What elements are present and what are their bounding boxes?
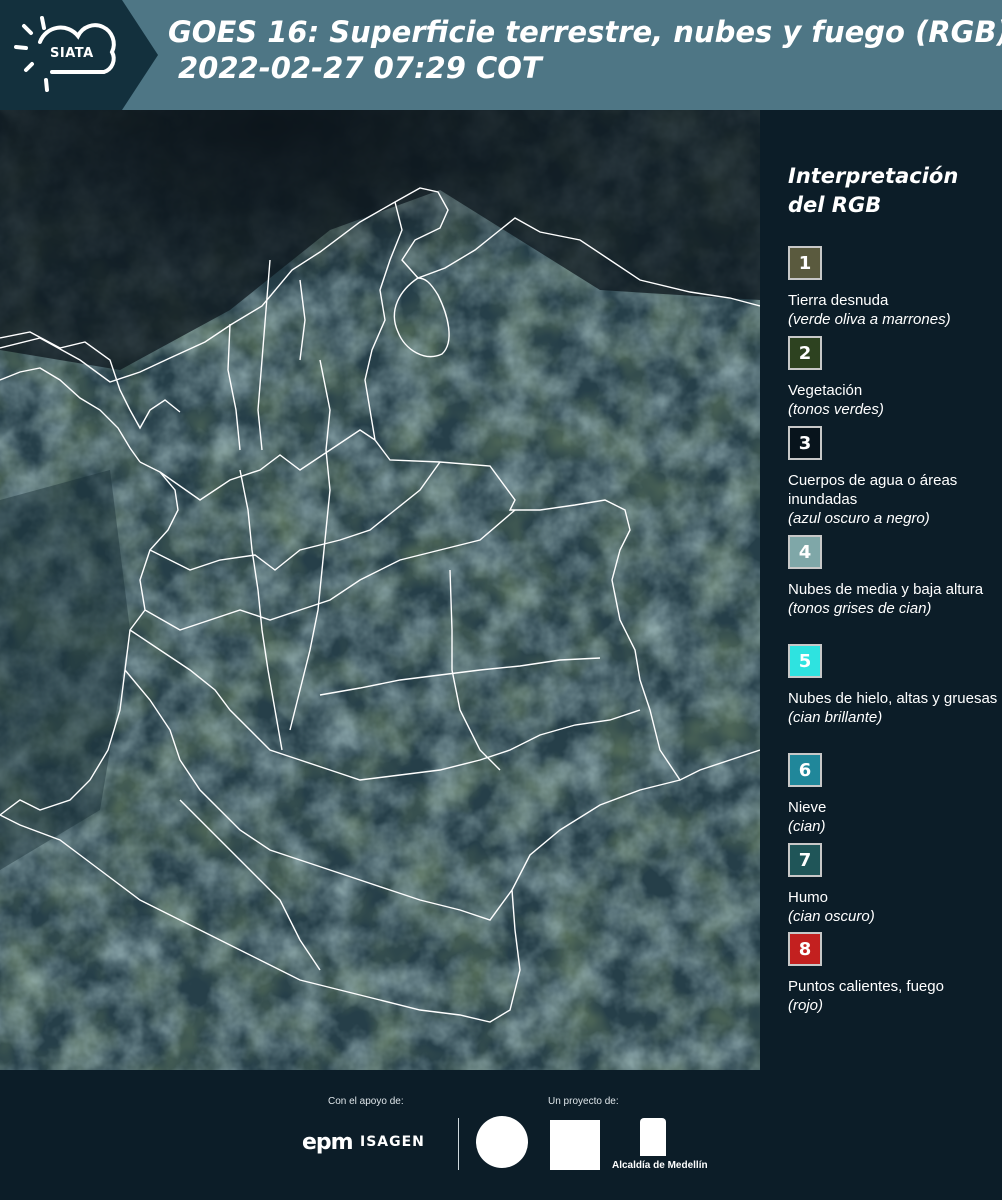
legend-note: (azul oscuro a negro) — [788, 510, 930, 527]
epm-logo: epm — [302, 1130, 354, 1155]
legend-note: (cian brillante) — [788, 709, 883, 726]
municipal-seal-logo — [476, 1116, 528, 1168]
legend-label: Nieve — [788, 799, 827, 816]
legend-item-3: 3 Cuerpos de agua o áreas inundadas (azu… — [788, 426, 998, 528]
support-caption: Con el apoyo de: — [328, 1096, 404, 1107]
page-title: GOES 16: Superficie terrestre, nubes y f… — [168, 14, 1002, 86]
legend-swatch: 6 — [788, 753, 822, 787]
legend-label: Puntos calientes, fuego — [788, 978, 944, 995]
legend-label: Vegetación — [788, 382, 863, 399]
legend-note: (cian oscuro) — [788, 908, 875, 925]
legend-note: (tonos grises de cian) — [788, 600, 932, 617]
title-line-2: 2022-02-27 07:29 COT — [178, 51, 542, 85]
legend-note: (tonos verdes) — [788, 401, 884, 418]
legend-label: Cuerpos de agua o áreas inundadas — [788, 472, 958, 508]
legend-label: Tierra desnuda — [788, 292, 889, 309]
legend-item-8: 8 Puntos calientes, fuego (rojo) — [788, 932, 998, 1015]
isagen-logo: ISAGEN — [360, 1134, 425, 1150]
siata-logo-text: SIATA — [50, 46, 94, 61]
project-caption: Un proyecto de: — [548, 1096, 619, 1107]
legend-label: Nubes de media y baja altura — [788, 581, 984, 598]
alcaldia-shield-logo — [640, 1118, 666, 1156]
legend-item-7: 7 Humo (cian oscuro) — [788, 843, 998, 926]
legend-title: Interpretación del RGB — [788, 164, 959, 217]
legend-swatch: 5 — [788, 644, 822, 678]
legend-panel: Interpretación del RGB 1 Tierra desnuda … — [760, 110, 1002, 1070]
title-line-1: GOES 16: Superficie terrestre, nubes y f… — [168, 15, 1002, 49]
footer-divider — [458, 1118, 459, 1170]
legend-item-4: 4 Nubes de media y baja altura (tonos gr… — [788, 535, 998, 618]
legend-swatch: 1 — [788, 246, 822, 280]
legend-item-2: 2 Vegetación (tonos verdes) — [788, 336, 998, 419]
footer: Con el apoyo de: Un proyecto de: epm ISA… — [0, 1070, 1002, 1200]
satellite-map — [0, 110, 760, 1070]
legend-note: (verde oliva a marrones) — [788, 311, 951, 328]
legend-note: (cian) — [788, 818, 826, 835]
legend-swatch: 8 — [788, 932, 822, 966]
legend-swatch: 2 — [788, 336, 822, 370]
legend-swatch: 3 — [788, 426, 822, 460]
legend-note: (rojo) — [788, 997, 824, 1014]
legend-item-1: 1 Tierra desnuda (verde oliva a marrones… — [788, 246, 998, 329]
legend-swatch: 7 — [788, 843, 822, 877]
legend-item-5: 5 Nubes de hielo, altas y gruesas (cian … — [788, 644, 998, 727]
legend-label: Nubes de hielo, altas y gruesas — [788, 690, 998, 707]
legend-swatch: 4 — [788, 535, 822, 569]
alcaldia-text: Alcaldía de Medellín — [612, 1160, 708, 1171]
legend-label: Humo — [788, 889, 829, 906]
header: SIATA GOES 16: Superficie terrestre, nub… — [0, 0, 1002, 110]
legend-item-6: 6 Nieve (cian) — [788, 753, 998, 836]
area-metropolitana-logo — [550, 1120, 600, 1170]
